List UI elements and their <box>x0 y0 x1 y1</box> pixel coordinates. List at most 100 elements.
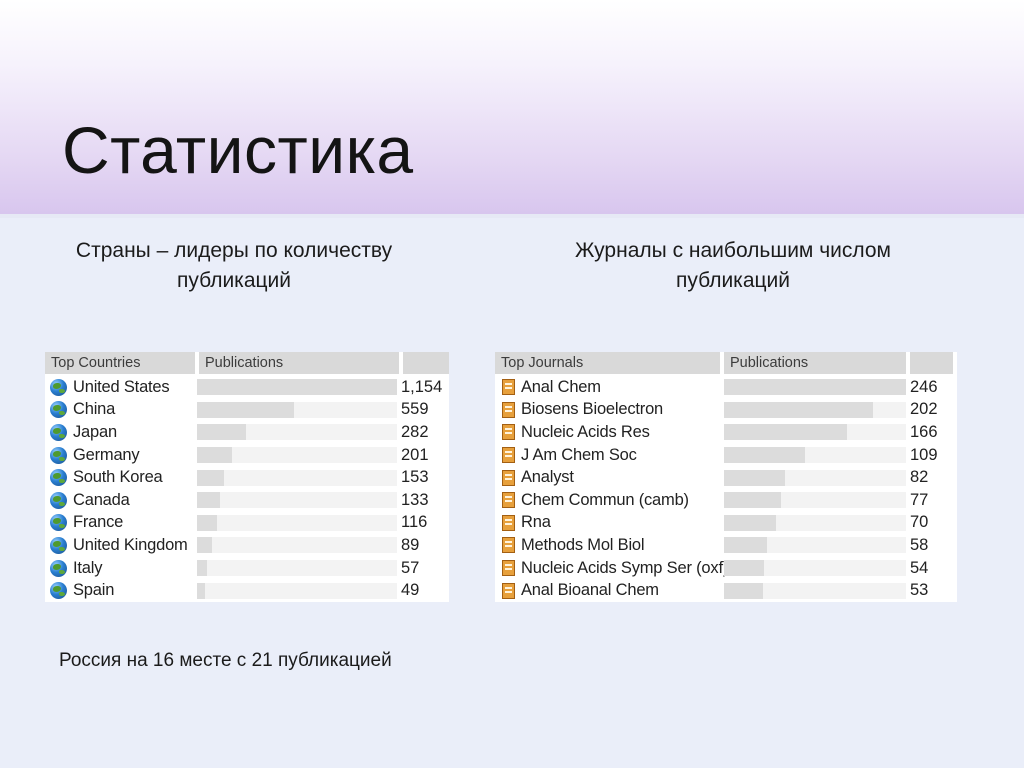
publication-bar <box>724 424 847 441</box>
publication-bar <box>724 379 906 396</box>
publication-bar <box>724 514 776 531</box>
row-name: Analyst <box>521 468 574 487</box>
row-name-cell: Nucleic Acids Res <box>495 423 720 442</box>
publication-count: 70 <box>910 513 929 532</box>
table-row: J Am Chem Soc 109 <box>495 444 957 467</box>
row-name-cell: United Kingdom <box>45 536 195 555</box>
publication-bar-track <box>197 492 397 509</box>
publication-bar-track <box>724 424 906 441</box>
column-header-count <box>403 352 449 374</box>
publication-count: 53 <box>910 581 929 600</box>
row-name: Italy <box>73 558 103 577</box>
publication-bar-track <box>197 560 397 577</box>
russia-rank-note: Россия на 16 месте с 21 публикацией <box>59 650 392 671</box>
row-name-cell: Canada <box>45 491 195 510</box>
journal-icon <box>502 401 515 418</box>
row-name: Biosens Bioelectron <box>521 400 664 419</box>
publication-bar-track <box>724 447 906 464</box>
row-name-cell: Rna <box>495 513 720 532</box>
row-name-cell: Japan <box>45 423 195 442</box>
row-name: Rna <box>521 513 551 532</box>
publication-count: 1,154 <box>401 377 443 396</box>
journal-icon <box>502 537 515 554</box>
row-name: Spain <box>73 581 115 600</box>
publication-bar <box>197 560 207 577</box>
table-row: Anal Bioanal Chem 53 <box>495 579 957 602</box>
table-row: Rna 70 <box>495 512 957 535</box>
row-name: United Kingdom <box>73 535 188 554</box>
row-name: China <box>73 400 116 419</box>
journal-icon <box>502 560 515 577</box>
table-row: Analyst 82 <box>495 466 957 489</box>
publication-count: 202 <box>910 400 938 419</box>
globe-icon <box>50 469 67 487</box>
globe-icon <box>50 559 67 577</box>
row-name-cell: J Am Chem Soc <box>495 446 720 465</box>
publication-bar-track <box>197 401 397 418</box>
publication-bar <box>724 582 764 599</box>
publication-bar-track <box>724 492 906 509</box>
table-row: Nucleic Acids Symp Ser (oxf) 54 <box>495 557 957 580</box>
publication-bar <box>724 537 767 554</box>
publication-bar-track <box>724 560 906 577</box>
table-row: Methods Mol Biol 58 <box>495 534 957 557</box>
publication-bar-track <box>197 447 397 464</box>
journal-icon <box>502 424 515 441</box>
publication-bar <box>197 401 294 418</box>
table-row: France 116 <box>45 512 449 535</box>
publication-bar-track <box>724 469 906 486</box>
publication-count: 109 <box>910 445 938 464</box>
publication-count: 57 <box>401 558 420 577</box>
publication-count: 133 <box>401 490 429 509</box>
table-row: Italy 57 <box>45 557 449 580</box>
journal-icon <box>502 492 515 509</box>
publication-count: 77 <box>910 490 929 509</box>
globe-icon <box>50 491 67 509</box>
row-name-cell: Spain <box>45 581 195 600</box>
publication-bar <box>724 560 764 577</box>
top-countries-table: Top Countries Publications United States… <box>45 352 449 602</box>
column-header-count <box>910 352 953 374</box>
journal-icon <box>502 582 515 599</box>
publication-bar <box>197 514 218 531</box>
journal-icon <box>502 514 515 531</box>
publication-count: 58 <box>910 535 929 554</box>
publication-bar <box>724 447 805 464</box>
row-name: J Am Chem Soc <box>521 445 637 464</box>
top-journals-table: Top Journals Publications Anal Chem 246 Bi… <box>495 352 957 602</box>
row-name-cell: China <box>45 400 195 419</box>
publication-bar <box>724 401 874 418</box>
row-name-cell: Nucleic Acids Symp Ser (oxf) <box>495 559 728 578</box>
slide-title: Статистика <box>62 113 414 187</box>
row-name: Anal Bioanal Chem <box>521 581 659 600</box>
globe-icon <box>50 446 67 464</box>
row-name: Canada <box>73 490 130 509</box>
journal-icon <box>502 447 515 464</box>
column-header-publications: Publications <box>724 352 906 374</box>
row-name: Japan <box>73 422 117 441</box>
table-row: Germany 201 <box>45 444 449 467</box>
globe-icon <box>50 401 67 419</box>
row-name-cell: Chem Commun (camb) <box>495 491 720 510</box>
row-name: United States <box>73 377 170 396</box>
table-header: Top Countries Publications <box>45 352 449 374</box>
publication-bar-track <box>724 401 906 418</box>
journal-icon <box>502 469 515 486</box>
column-header-publications: Publications <box>199 352 399 374</box>
publication-count: 54 <box>910 558 929 577</box>
table-row: China 559 <box>45 399 449 422</box>
row-name-cell: Biosens Bioelectron <box>495 400 720 419</box>
row-name-cell: Anal Bioanal Chem <box>495 581 720 600</box>
publication-bar <box>197 469 224 486</box>
publication-count: 559 <box>401 400 429 419</box>
publication-bar-track <box>197 514 397 531</box>
publication-count: 89 <box>401 535 420 554</box>
publication-bar <box>197 424 246 441</box>
publication-bar-track <box>197 537 397 554</box>
journals-caption: Журналы с наибольшим числом публикаций <box>575 239 891 292</box>
table-body: United States 1,154 China 559 Japan 282 German… <box>45 374 449 602</box>
publication-count: 282 <box>401 422 429 441</box>
row-name: Anal Chem <box>521 377 601 396</box>
publication-count: 49 <box>401 581 420 600</box>
table-row: Japan 282 <box>45 421 449 444</box>
